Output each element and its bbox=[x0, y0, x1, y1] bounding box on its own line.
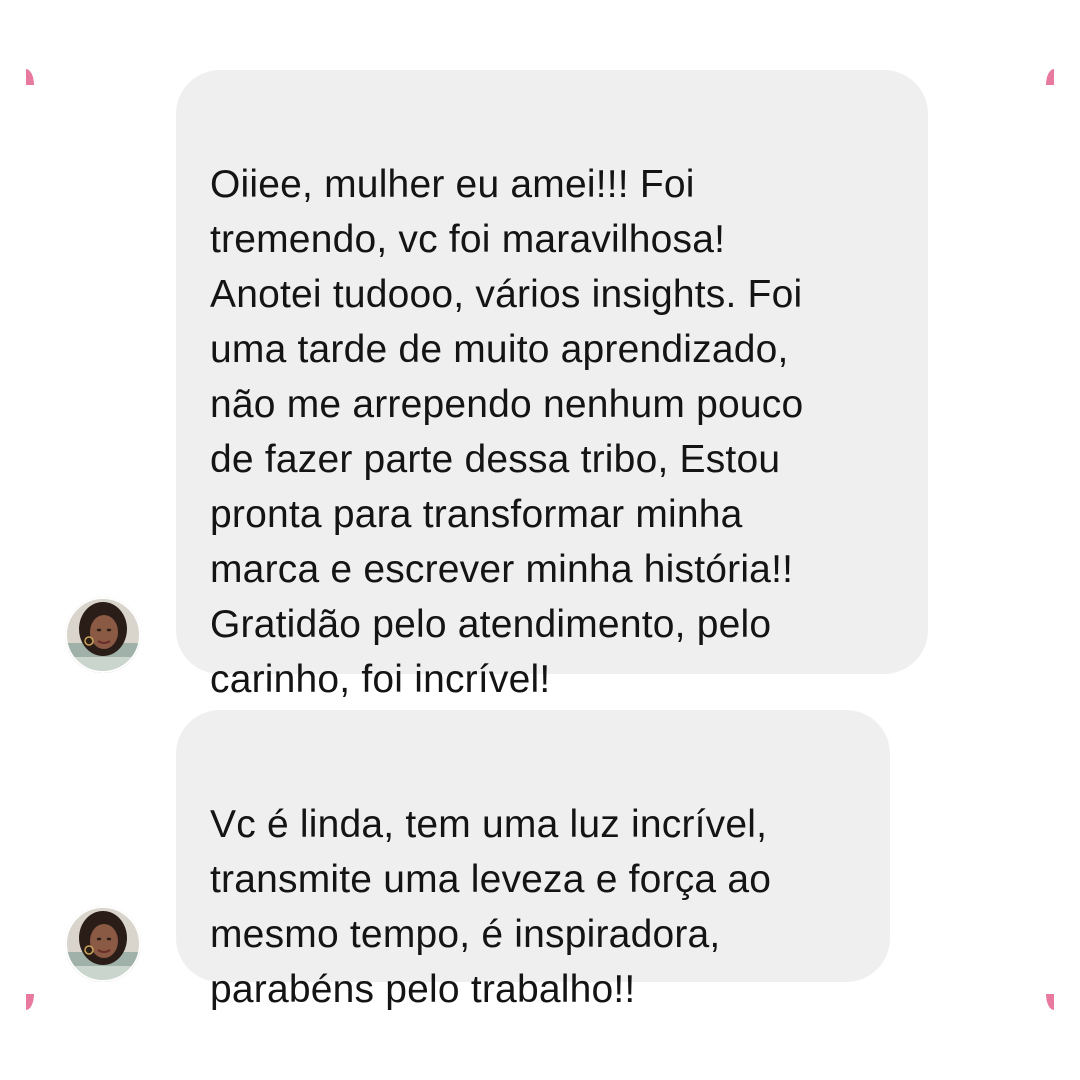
corner-accent-top-left bbox=[26, 69, 34, 85]
user-avatar-photo-icon bbox=[65, 597, 141, 673]
sender-avatar[interactable] bbox=[65, 906, 141, 982]
message-text: Oiiee, mulher eu amei!!! Foi tremendo, v… bbox=[210, 163, 804, 701]
message-text: Vc é linda, tem uma luz incrível, transm… bbox=[210, 803, 772, 1011]
corner-accent-top-right bbox=[1046, 69, 1054, 85]
chat-screenshot: Oiiee, mulher eu amei!!! Foi tremendo, v… bbox=[0, 0, 1080, 1080]
message-bubble[interactable]: Vc é linda, tem uma luz incrível, transm… bbox=[176, 710, 890, 1011]
corner-accent-bottom-right bbox=[1046, 994, 1054, 1010]
user-avatar-photo-icon bbox=[65, 906, 141, 982]
corner-accent-bottom-left bbox=[26, 994, 34, 1010]
sender-avatar[interactable] bbox=[65, 597, 141, 673]
message-bubble[interactable]: Oiiee, mulher eu amei!!! Foi tremendo, v… bbox=[176, 70, 928, 701]
